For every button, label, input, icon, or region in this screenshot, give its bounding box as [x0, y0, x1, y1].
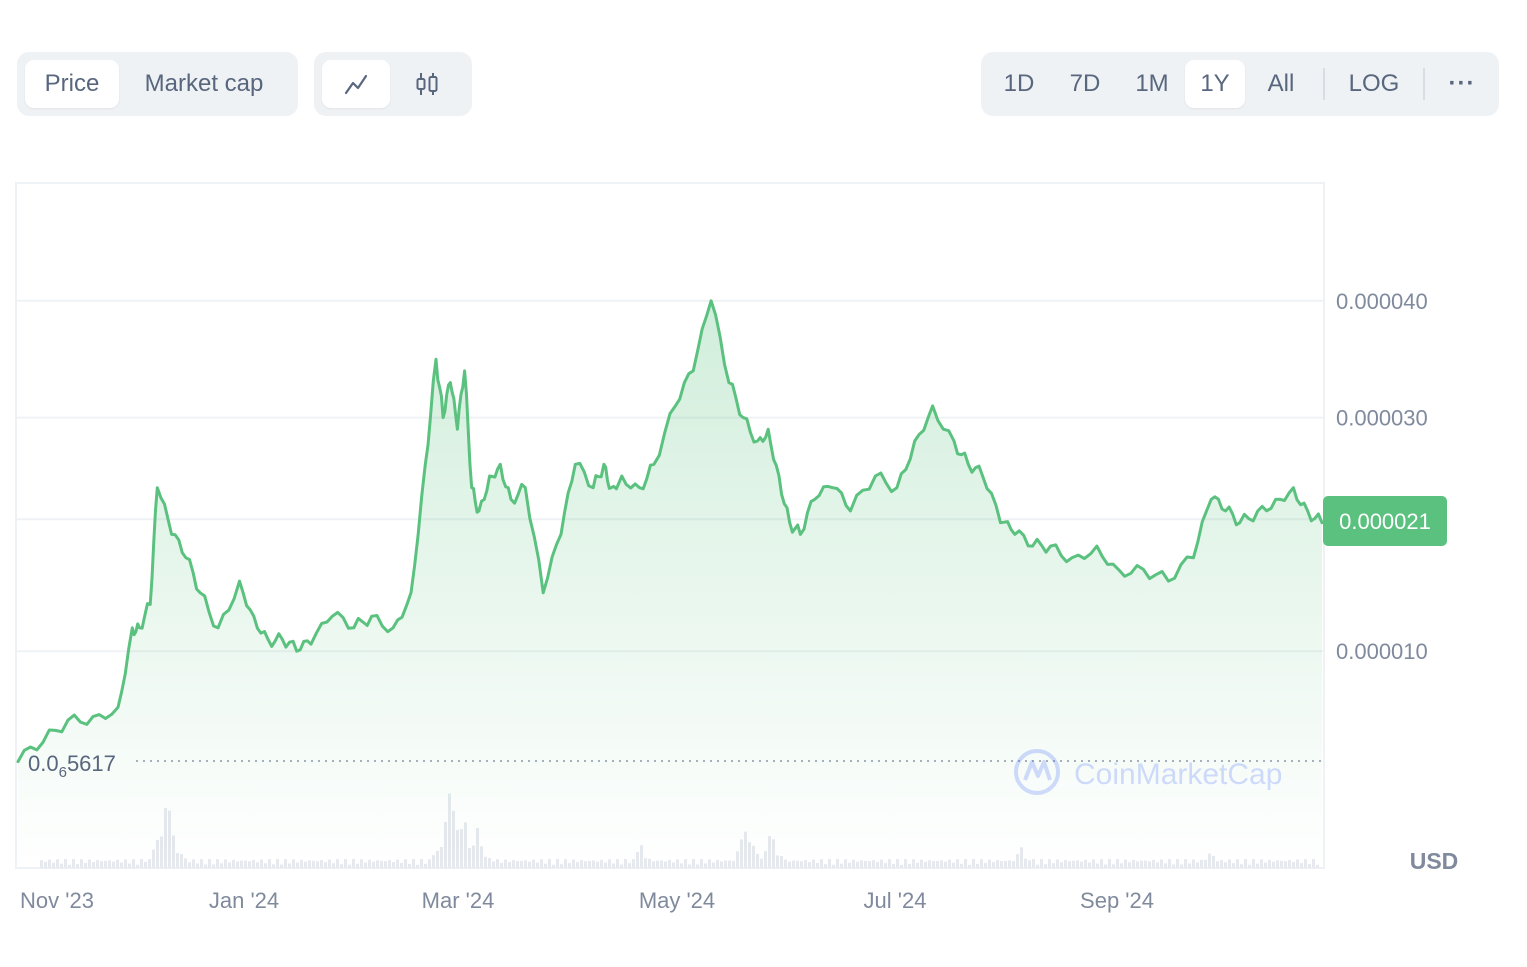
x-tick-label: Sep '24 — [1080, 888, 1154, 913]
y-tick-label: 0.000040 — [1336, 289, 1428, 314]
y-tick-label: 0.000010 — [1336, 639, 1428, 664]
x-tick-label: Nov '23 — [20, 888, 94, 913]
current-price-badge: 0.000021 — [1323, 496, 1447, 546]
watermark-text: CoinMarketCap — [1074, 758, 1282, 791]
x-tick-label: Jul '24 — [864, 888, 927, 913]
current-price-label: 0.000021 — [1339, 509, 1431, 534]
currency-label: USD — [1410, 848, 1459, 874]
x-tick-label: May '24 — [639, 888, 715, 913]
x-tick-label: Mar '24 — [422, 888, 495, 913]
y-tick-label: 0.000030 — [1336, 406, 1428, 431]
x-tick-label: Jan '24 — [209, 888, 279, 913]
price-chart: 0.065617 CoinMarketCap 0.0000400.0000300… — [15, 182, 1459, 913]
